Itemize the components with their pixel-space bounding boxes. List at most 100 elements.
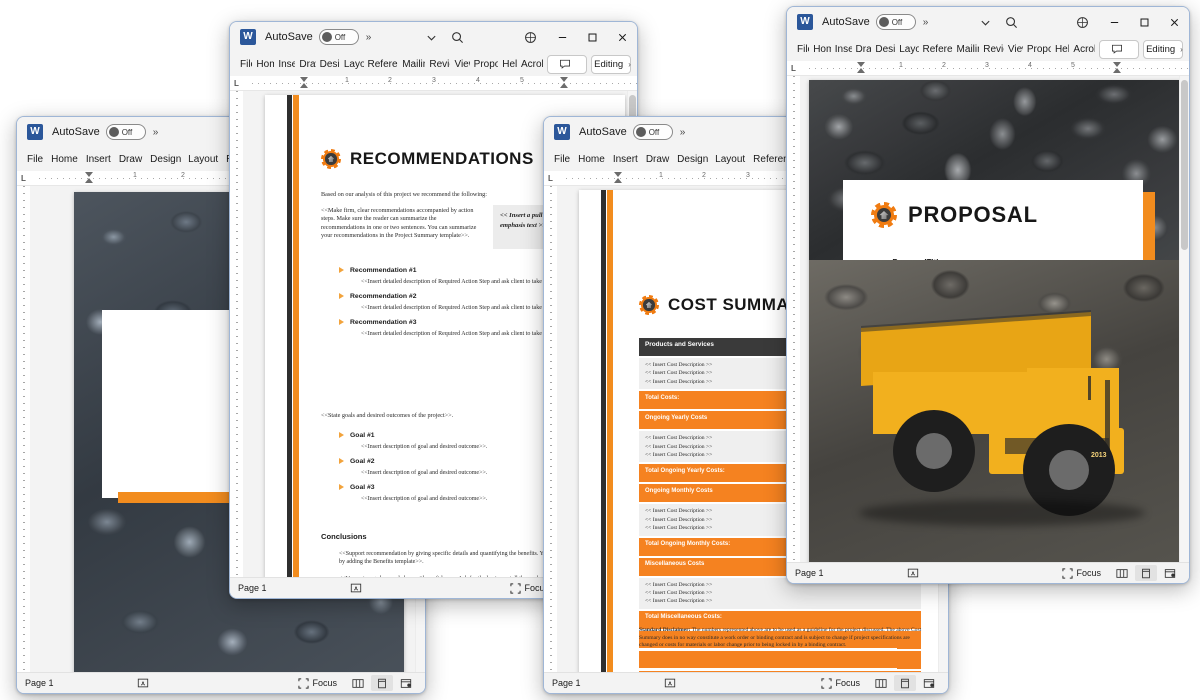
ribbon-tab-file[interactable]: File [23, 152, 47, 167]
ribbon-tab-design[interactable]: Design [146, 152, 184, 167]
ribbon-tab-draw[interactable]: Draw [852, 42, 872, 57]
ribbon-tab-file[interactable]: File [236, 57, 252, 72]
close-icon[interactable] [1159, 8, 1189, 36]
ribbon-tab-home[interactable]: Home [252, 57, 274, 72]
blank-amount[interactable] [897, 650, 921, 669]
autosave-toggle[interactable]: Off [318, 29, 359, 45]
minimize-icon[interactable] [1099, 8, 1129, 36]
ribbon-tab-draw[interactable]: Draw [642, 152, 673, 167]
ribbon-tab-design[interactable]: Design [871, 42, 895, 57]
ribbon-tab-help[interactable]: Help [498, 57, 517, 72]
document-canvas[interactable]: PROPOSAL <<ProposalTitle>> Prepared for:… [787, 76, 1189, 562]
search-icon[interactable] [444, 26, 470, 48]
autosave-toggle[interactable]: Off [105, 124, 146, 140]
ribbon-tab-references[interactable]: References [364, 57, 399, 72]
scrollbar-thumb[interactable] [1181, 80, 1188, 250]
comments-button[interactable] [1098, 39, 1139, 59]
right-indent-marker[interactable] [1113, 62, 1121, 73]
ribbon-tabs[interactable]: File Home Insert Draw Design Layout Refe… [787, 37, 1189, 61]
read-mode-icon[interactable] [347, 675, 369, 691]
close-icon[interactable] [607, 23, 637, 51]
view-buttons[interactable] [1111, 565, 1181, 581]
accessibility-checker-icon[interactable] [902, 565, 924, 581]
editing-mode-button[interactable]: Editing › [590, 54, 631, 74]
accessibility-checker-icon[interactable] [132, 675, 154, 691]
quick-access-chevron-icon[interactable] [418, 26, 444, 48]
window-buttons[interactable] [547, 23, 637, 51]
print-layout-icon[interactable] [894, 675, 916, 691]
horizontal-ruler[interactable]: L 1 2 3 4 5 [230, 76, 637, 91]
ribbon-tab-insert[interactable]: Insert [82, 152, 115, 167]
maximize-icon[interactable] [1129, 8, 1159, 36]
ribbon-tab-design[interactable]: Design [673, 152, 711, 167]
blank-row[interactable] [639, 670, 897, 672]
ribbon-tab-acrobat[interactable]: Acrobat [1069, 42, 1095, 57]
more-commands-icon[interactable]: » [366, 32, 372, 43]
editing-chevron-icon[interactable]: › [628, 60, 631, 69]
ribbon-tab-proposal[interactable]: Proposal [1023, 42, 1051, 57]
page-number-label[interactable]: Page 1 [795, 568, 824, 578]
ribbon-tab-references[interactable]: References [749, 152, 787, 167]
titlebar[interactable]: W AutoSave Off » [787, 7, 1189, 37]
accessibility-checker-icon[interactable] [345, 580, 367, 596]
ribbon-tab-mailings[interactable]: Mailings [953, 42, 980, 57]
ribbon-tab-layout[interactable]: Layout [184, 152, 222, 167]
page-number-label[interactable]: Page 1 [25, 678, 54, 688]
web-layout-icon[interactable] [918, 675, 940, 691]
quick-access-chevron-icon[interactable] [973, 11, 999, 33]
ribbon-tab-draw[interactable]: Draw [115, 152, 146, 167]
tab-stop-selector-icon[interactable]: L [548, 174, 553, 183]
more-commands-icon[interactable]: » [153, 127, 159, 138]
indent-marker[interactable] [857, 62, 865, 73]
accessibility-checker-icon[interactable] [659, 675, 681, 691]
web-layout-icon[interactable] [1159, 565, 1181, 581]
indent-marker[interactable] [614, 172, 622, 183]
maximize-icon[interactable] [577, 23, 607, 51]
read-mode-icon[interactable] [1111, 565, 1133, 581]
window-buttons[interactable] [1099, 8, 1189, 36]
focus-mode-button[interactable]: Focus [821, 677, 860, 689]
status-bar[interactable]: Page 1 Focus [17, 672, 425, 693]
ribbon-tab-file[interactable]: File [550, 152, 574, 167]
right-indent-marker[interactable] [560, 77, 568, 88]
more-commands-icon[interactable]: » [923, 17, 929, 28]
ribbon-tab-insert[interactable]: Insert [831, 42, 852, 57]
ribbon-tab-mailings[interactable]: Mailings [398, 57, 425, 72]
autosave-toggle[interactable]: Off [632, 124, 673, 140]
account-icon[interactable] [1069, 11, 1095, 33]
ribbon-tab-review[interactable]: Review [979, 42, 1004, 57]
ribbon-tab-home[interactable]: Home [47, 152, 82, 167]
ribbon-tab-home[interactable]: Home [574, 152, 609, 167]
ribbon-tab-file[interactable]: File [793, 42, 809, 57]
autosave-toggle[interactable]: Off [875, 14, 916, 30]
read-mode-icon[interactable] [870, 675, 892, 691]
editing-mode-button[interactable]: Editing › [1142, 39, 1183, 59]
view-buttons[interactable] [347, 675, 417, 691]
ribbon-tab-home[interactable]: Home [809, 42, 831, 57]
page-number-label[interactable]: Page 1 [238, 583, 267, 593]
comments-button[interactable] [546, 54, 587, 74]
titlebar[interactable]: W AutoSave Off » [230, 22, 637, 52]
web-layout-icon[interactable] [395, 675, 417, 691]
focus-mode-button[interactable]: Focus [1062, 567, 1101, 579]
ribbon-tab-view[interactable]: View [1004, 42, 1023, 57]
indent-marker[interactable] [300, 77, 308, 88]
blank-amount[interactable] [897, 670, 921, 672]
view-buttons[interactable] [870, 675, 940, 691]
ribbon-tab-view[interactable]: View [450, 57, 469, 72]
proposal-window[interactable]: W AutoSave Off » Fil Ho Ins Dra Desi Lay… [786, 6, 1190, 584]
ribbon-tab-review[interactable]: Review [425, 57, 450, 72]
indent-marker[interactable] [85, 172, 93, 183]
ribbon-tabs[interactable]: File Home Insert Draw Design Layout Refe… [230, 52, 637, 76]
tab-stop-selector-icon[interactable]: L [234, 79, 239, 88]
status-bar[interactable]: Page 1 Focus [544, 672, 948, 693]
ribbon-tab-insert[interactable]: Insert [609, 152, 642, 167]
ribbon-tab-design[interactable]: Design [316, 57, 340, 72]
ribbon-tab-acrobat[interactable]: Acrobat [517, 57, 543, 72]
ribbon-tab-references[interactable]: References [919, 42, 953, 57]
tab-stop-selector-icon[interactable]: L [21, 174, 26, 183]
ribbon-tab-layout[interactable]: Layout [895, 42, 918, 57]
account-icon[interactable] [517, 26, 543, 48]
status-bar[interactable]: Page 1 Focus [787, 562, 1189, 583]
print-layout-icon[interactable] [371, 675, 393, 691]
